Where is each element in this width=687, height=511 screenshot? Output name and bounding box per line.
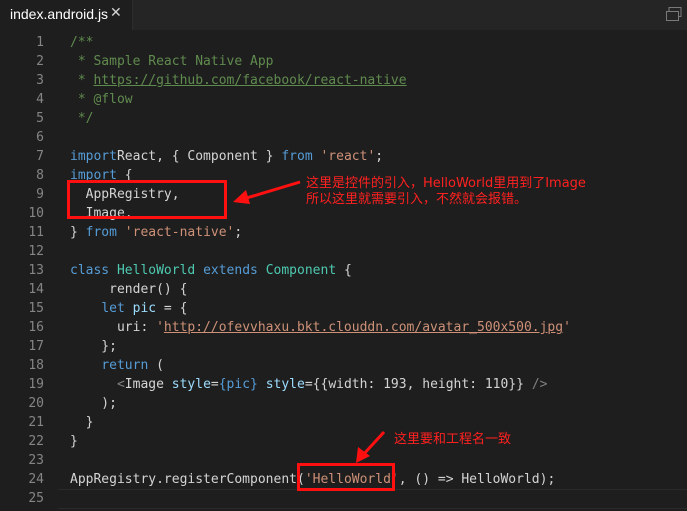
- annotation-import-note-2: 所以这里就需要引入，不然就会报错。: [306, 192, 528, 207]
- annotation-import-note-1: 这里是控件的引入，HelloWorld里用到了Image: [306, 176, 586, 191]
- annotation-arrows: [233, 180, 386, 463]
- annotation-project-name-note: 这里要和工程名一致: [394, 432, 512, 447]
